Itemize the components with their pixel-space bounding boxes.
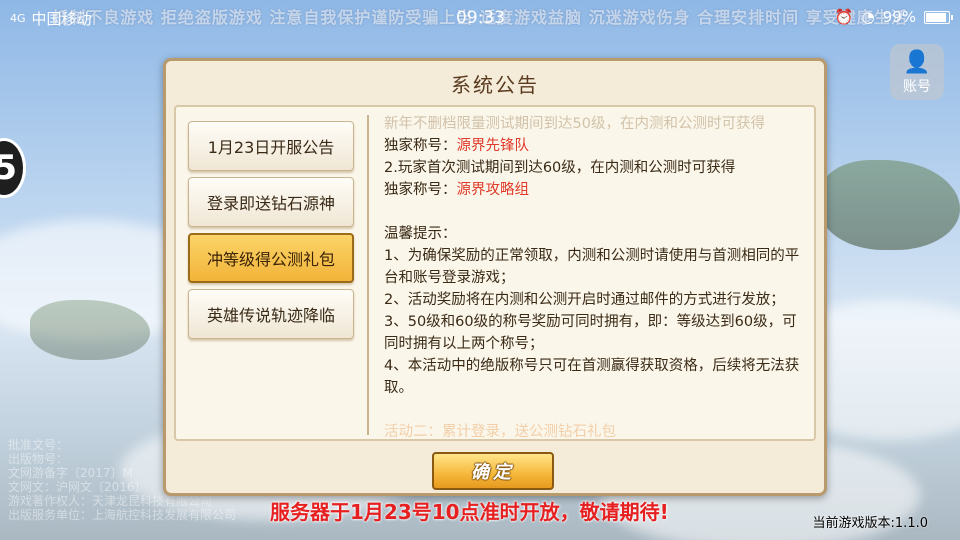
game-version: 当前游戏版本:1.1.0 — [812, 516, 928, 531]
status-left: 4G 中国移动 — [10, 8, 92, 29]
announcement-tab-list: 1月23日开服公告 登录即送钻石源神 冲等级得公测礼包 英雄传说轨迹降临 — [188, 121, 354, 345]
content-line: 独家称号：源界攻略组 — [384, 179, 804, 201]
exclusive-title: 源界先锋队 — [456, 138, 530, 154]
tab-level-reward[interactable]: 冲等级得公测礼包 — [188, 233, 354, 283]
user-icon: 👤 — [903, 50, 931, 75]
tips-heading: 温馨提示： — [384, 226, 457, 242]
tip-item: 1、为确保奖励的正常领取，内测和公测时请使用与首测相同的平台和账号登录游戏； — [384, 248, 800, 286]
content-top-faded: 新年不删档限量测试期间到达50级，在内测和公测时可获得 — [384, 116, 765, 132]
status-right: ⏰ ◔ 99% — [834, 8, 953, 26]
account-button[interactable]: 👤 账号 — [890, 44, 944, 100]
exclusive-title: 源界攻略组 — [456, 182, 530, 198]
carrier-name: 中国移动 — [31, 10, 92, 28]
dialog-body: 1月23日开服公告 登录即送钻石源神 冲等级得公测礼包 英雄传说轨迹降临 新年不… — [174, 105, 816, 441]
signal-icon: 4G — [10, 12, 26, 25]
dialog-title: 系统公告 — [451, 73, 539, 97]
account-label: 账号 — [903, 79, 931, 95]
title-prefix: 独家称号： — [384, 138, 457, 154]
tab-launch-notice[interactable]: 1月23日开服公告 — [188, 121, 354, 171]
title-prefix: 独家称号： — [384, 182, 457, 198]
content-bottom-faded: 活动二：累计登录，送公测钻石礼包 — [384, 424, 616, 439]
battery-icon — [924, 10, 953, 24]
clock: 09:33 — [456, 8, 505, 28]
server-open-notice: 服务器于1月23号10点准时开放，敬请期待! — [270, 500, 669, 524]
announcement-dialog: 系统公告 1月23日开服公告 登录即送钻石源神 冲等级得公测礼包 英雄传说轨迹降… — [163, 58, 827, 496]
tab-hero-legend[interactable]: 英雄传说轨迹降临 — [188, 289, 354, 339]
tip-item: 2、活动奖励将在内测和公测开启时通过邮件的方式进行发放； — [384, 292, 785, 308]
publishing-info-line: 出版服务单位：上海航控科技发展有限公司 — [8, 508, 237, 522]
wifi-icon: ◔ — [861, 8, 875, 26]
tip-item: 3、50级和60级的称号奖励可同时拥有，即：等级达到60级，可同时拥有以上两个称… — [384, 314, 797, 352]
tip-item: 4、本活动中的绝版称号只可在首测赢得获取资格，后续将无法获取。 — [384, 358, 800, 396]
content-line: 2.玩家首次测试期间到达60级，在内测和公测时可获得 — [384, 160, 736, 176]
divider — [367, 115, 369, 435]
battery-percent: 99% — [882, 8, 916, 26]
publishing-info-line: 游戏著作权人：天津龙昆科技有限公司 — [8, 494, 213, 508]
confirm-button[interactable]: 确定 — [432, 452, 554, 490]
status-bar: 4G 中国移动 09:33 ⏰ ◔ 99% — [0, 0, 960, 36]
content-line: 独家称号：源界先锋队 — [384, 135, 804, 157]
tab-login-reward[interactable]: 登录即送钻石源神 — [188, 177, 354, 227]
battery-fill — [926, 12, 946, 22]
announcement-content[interactable]: 新年不删档限量测试期间到达50级，在内测和公测时可获得 独家称号：源界先锋队 2… — [384, 113, 804, 439]
alarm-icon: ⏰ — [834, 8, 854, 26]
